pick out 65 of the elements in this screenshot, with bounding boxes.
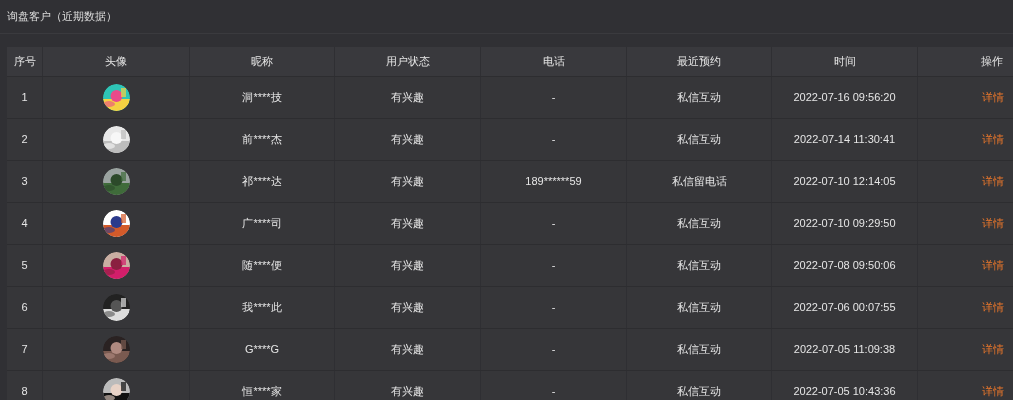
nickname-cell-text: 洞****技 (242, 90, 282, 106)
recent-booking-cell-text: 私信互动 (677, 300, 721, 316)
phone-cell-text: 189******59 (525, 174, 582, 190)
status-cell-text: 有兴趣 (391, 342, 424, 358)
time-cell-text: 2022-07-10 12:14:05 (793, 174, 896, 190)
status-cell-text: 有兴趣 (391, 90, 424, 106)
nickname-cell-text: 恒****家 (242, 384, 282, 400)
index-cell-text: 7 (21, 342, 28, 358)
recent-booking-cell-text: 私信互动 (677, 132, 721, 148)
time-cell-text: 2022-07-10 09:29:50 (793, 216, 896, 232)
column-header: 电话 (542, 54, 565, 70)
recent-booking-cell-text: 私信互动 (677, 342, 721, 358)
column-header: 用户状态 (385, 54, 430, 70)
details-link[interactable]: 详情 (982, 341, 1004, 358)
nickname-cell-text: 随****便 (242, 258, 282, 274)
recent-booking-cell-text: 私信留电话 (671, 174, 727, 190)
phone-cell-text: - (551, 90, 556, 106)
phone-cell-text: - (551, 132, 556, 148)
index-cell-text: 5 (21, 258, 28, 274)
time-cell-text: 2022-07-08 09:50:06 (793, 258, 896, 274)
time-cell-text: 2022-07-05 11:09:38 (793, 342, 896, 358)
column-header: 最近预约 (677, 54, 721, 70)
phone-cell-text: - (551, 258, 556, 274)
status-cell-text: 有兴趣 (391, 132, 424, 148)
index-cell-text: 1 (21, 90, 28, 106)
nickname-cell-text: G****G (244, 342, 280, 358)
details-link[interactable]: 详情 (982, 299, 1004, 316)
recent-booking-cell-text: 私信互动 (677, 384, 721, 400)
column-header: 时间 (833, 54, 856, 70)
section-title: 询盘客户（近期数据） (7, 9, 117, 25)
details-link[interactable]: 详情 (982, 89, 1004, 106)
status-cell-text: 有兴趣 (391, 216, 424, 232)
details-link[interactable]: 详情 (982, 215, 1004, 232)
index-cell-text: 4 (21, 216, 28, 232)
status-cell-text: 有兴趣 (391, 174, 424, 190)
recent-booking-cell-text: 私信互动 (677, 216, 721, 232)
time-cell-text: 2022-07-05 10:43:36 (793, 384, 896, 400)
status-cell-text: 有兴趣 (391, 300, 424, 316)
phone-cell-text: - (551, 384, 556, 400)
column-header: 头像 (105, 54, 127, 70)
index-cell-text: 2 (21, 132, 28, 148)
phone-cell-text: - (551, 216, 556, 232)
column-header: 操作 (981, 54, 1003, 70)
index-cell-text: 6 (21, 300, 28, 316)
nickname-cell-text: 我****此 (242, 300, 282, 316)
details-link[interactable]: 详情 (982, 383, 1004, 400)
column-header: 序号 (13, 54, 36, 70)
nickname-cell-text: 祁****达 (242, 174, 282, 190)
nickname-cell-text: 前****杰 (242, 132, 282, 148)
time-cell-text: 2022-07-16 09:56:20 (793, 90, 896, 106)
status-cell-text: 有兴趣 (391, 384, 424, 400)
recent-booking-cell-text: 私信互动 (677, 258, 721, 274)
column-header: 昵称 (251, 54, 273, 70)
details-link[interactable]: 详情 (982, 131, 1004, 148)
time-cell-text: 2022-07-14 11:30:41 (793, 132, 896, 148)
recent-booking-cell-text: 私信互动 (677, 90, 721, 106)
status-cell-text: 有兴趣 (391, 258, 424, 274)
phone-cell-text: - (551, 342, 556, 358)
nickname-cell-text: 广****司 (242, 216, 282, 232)
index-cell-text: 3 (21, 174, 28, 190)
details-link[interactable]: 详情 (982, 257, 1004, 274)
phone-cell-text: - (551, 300, 556, 316)
time-cell-text: 2022-07-06 00:07:55 (793, 300, 896, 316)
details-link[interactable]: 详情 (982, 173, 1004, 190)
index-cell-text: 8 (21, 384, 28, 400)
